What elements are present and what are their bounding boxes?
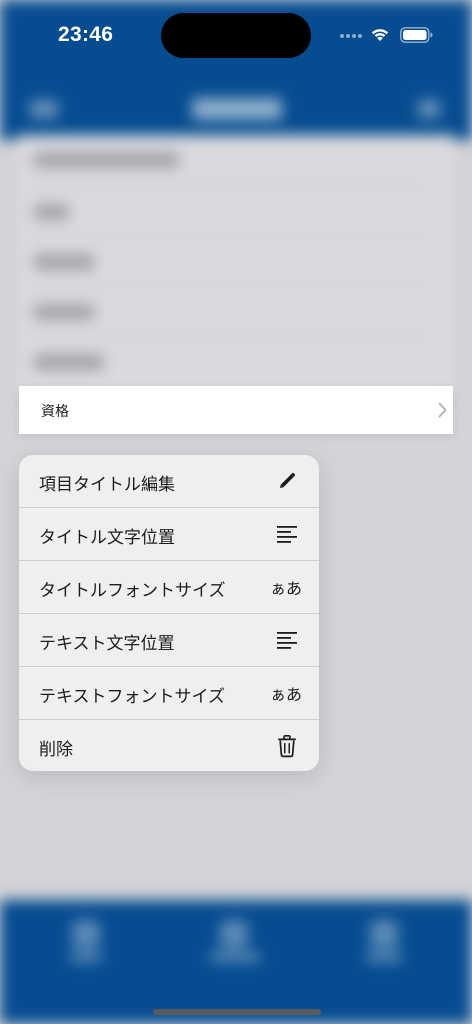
tab-label (70, 952, 102, 962)
dynamic-island (161, 13, 311, 58)
battery-icon (400, 27, 433, 43)
divider (30, 285, 430, 286)
signal-icon (340, 34, 364, 39)
menu-item-delete[interactable]: 削除 (19, 720, 319, 771)
pencil-icon (275, 469, 299, 493)
tab-icon (72, 920, 100, 948)
divider (30, 185, 430, 186)
list-item (34, 204, 69, 220)
menu-item-title-font-size[interactable]: タイトルフォントサイズ ぁあ (19, 561, 319, 614)
header-left-icon (30, 100, 58, 118)
menu-item-text-font-size[interactable]: テキストフォントサイズ ぁあ (19, 667, 319, 720)
text-align-left-icon (275, 522, 299, 546)
tab-icon (220, 920, 248, 948)
menu-item-title-alignment[interactable]: タイトル文字位置 (19, 508, 319, 561)
list-item (34, 152, 179, 168)
wifi-icon (371, 29, 389, 41)
menu-item-label: テキストフォントサイズ (39, 687, 225, 707)
menu-item-label: タイトル文字位置 (39, 528, 175, 548)
font-size-icon: ぁあ (270, 685, 303, 704)
menu-item-label: テキスト文字位置 (39, 634, 175, 654)
menu-item-edit-title[interactable]: 項目タイトル編集 (19, 455, 319, 508)
menu-item-label: 項目タイトル編集 (39, 475, 175, 495)
menu-item-label: タイトルフォントサイズ (39, 581, 226, 601)
tab-bar (0, 900, 472, 1024)
list-item (34, 354, 104, 370)
chevron-right-icon (438, 402, 447, 418)
menu-item-text-alignment[interactable]: テキスト文字位置 (19, 614, 319, 667)
list-item (34, 254, 94, 270)
trash-icon (275, 734, 299, 758)
tab-icon (370, 920, 398, 948)
selected-list-row[interactable]: 資格 (19, 386, 453, 434)
divider (30, 235, 430, 236)
header-right-icon (418, 100, 440, 118)
tab-label (210, 952, 260, 962)
font-size-icon: ぁあ (270, 579, 303, 598)
tab-label (366, 952, 402, 962)
menu-item-label: 削除 (39, 740, 73, 760)
context-menu: 項目タイトル編集 タイトル文字位置 タイトルフォントサイズ ぁあ テキスト文字位 (19, 455, 319, 771)
header-title-blurred (192, 98, 282, 120)
status-time: 23:46 (58, 23, 114, 46)
home-indicator[interactable] (153, 1009, 321, 1015)
divider (30, 335, 430, 336)
row-label: 資格 (41, 404, 69, 420)
text-align-left-icon (275, 628, 299, 652)
list-item (34, 304, 94, 320)
